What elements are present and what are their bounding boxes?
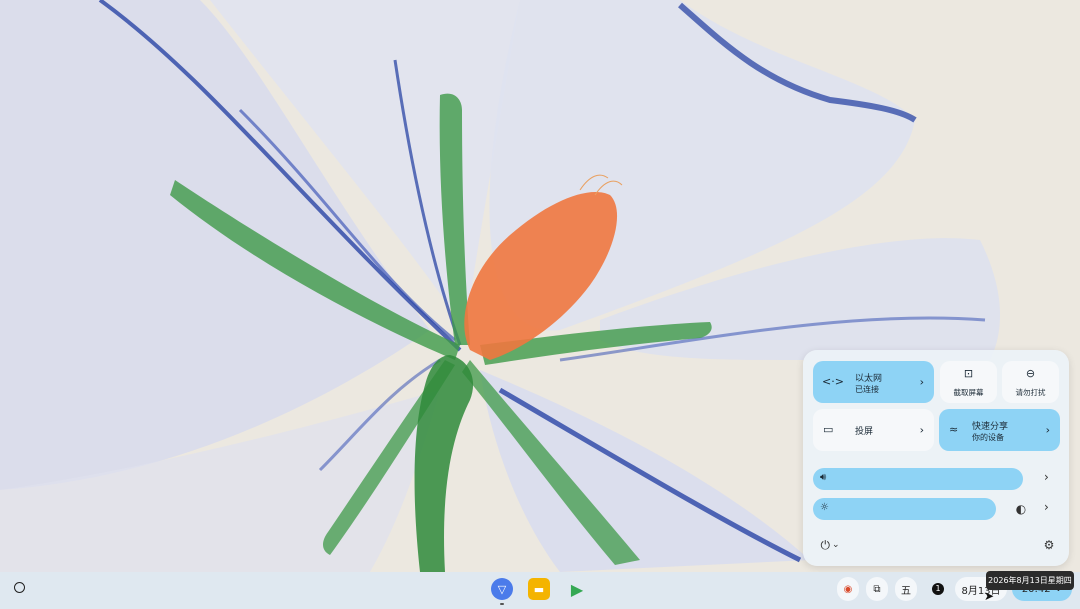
power-menu-button[interactable]: ⏻ ⌄ bbox=[815, 532, 845, 558]
chevron-down-icon: ⌄ bbox=[831, 540, 840, 550]
night-light-button[interactable]: ◐ bbox=[1008, 496, 1034, 522]
screen-record-button[interactable]: ◉ bbox=[837, 577, 859, 601]
app-running-indicator bbox=[500, 603, 504, 605]
cast-label: 投屏 bbox=[855, 427, 874, 437]
nearby-share-title: 快速分享 bbox=[972, 422, 1009, 432]
ime-button[interactable]: 五 bbox=[895, 577, 917, 601]
chevron-right-icon: › bbox=[919, 423, 924, 437]
display-settings-chevron[interactable]: › bbox=[1044, 500, 1049, 514]
play-store-icon[interactable]: ▶ bbox=[566, 578, 588, 600]
files-app-icon[interactable]: ▬ bbox=[528, 578, 550, 600]
do-not-disturb-tile[interactable]: ⊖ 请勿打扰 bbox=[1002, 361, 1059, 403]
play-icon: ▶ bbox=[570, 579, 584, 599]
launcher-button[interactable] bbox=[14, 582, 25, 593]
app-icon-1[interactable]: ▽ bbox=[491, 578, 513, 600]
date-tooltip: 2026年8月13日星期四 bbox=[986, 571, 1074, 590]
screenshot-label: 截取屏幕 bbox=[953, 388, 984, 397]
nearby-share-icon: ≈ bbox=[949, 423, 959, 436]
folder-icon: ▬ bbox=[533, 582, 545, 596]
notification-button[interactable]: 1 bbox=[927, 577, 949, 601]
screen-capture-icon: ⊡ bbox=[963, 367, 974, 380]
ethernet-title: 以太网 bbox=[855, 374, 883, 384]
night-light-off-icon: ◐ bbox=[1015, 502, 1027, 516]
settings-button[interactable]: ⚙ bbox=[1036, 532, 1062, 558]
notification-count: 1 bbox=[932, 583, 944, 595]
quick-settings-panel: <·> 以太网 已连接 › ⊡ 截取屏幕 ⊖ 请勿打扰 ▭ 投屏 › ≈ 快速分… bbox=[803, 350, 1069, 566]
clipboard-icon: ⧉ bbox=[873, 583, 881, 595]
ime-label: 五 bbox=[901, 585, 911, 597]
triangle-icon: ▽ bbox=[497, 582, 507, 596]
volume-slider[interactable]: 🔊︎ bbox=[813, 468, 1023, 490]
clipboard-button[interactable]: ⧉ bbox=[866, 577, 888, 601]
do-not-disturb-icon: ⊖ bbox=[1025, 367, 1036, 380]
gear-icon: ⚙ bbox=[1043, 538, 1055, 552]
ethernet-icon: <·> bbox=[822, 375, 844, 388]
record-icon: ◉ bbox=[843, 583, 853, 595]
cast-tile[interactable]: ▭ 投屏 › bbox=[813, 409, 934, 451]
shelf: ▽ ▬ ▶ ◉ ⧉ 五 1 8月13日 20:42 ⌄ bbox=[0, 572, 1080, 609]
dnd-label: 请勿打扰 bbox=[1015, 388, 1046, 397]
ethernet-status: 已连接 bbox=[855, 385, 879, 394]
nearby-share-tile[interactable]: ≈ 快速分享 你的设备 › bbox=[939, 409, 1060, 451]
chevron-right-icon: › bbox=[919, 375, 924, 389]
mouse-cursor-icon: ➤ bbox=[984, 589, 995, 603]
power-icon: ⏻ bbox=[820, 537, 830, 552]
ethernet-tile[interactable]: <·> 以太网 已连接 › bbox=[813, 361, 934, 403]
nearby-share-status: 你的设备 bbox=[972, 433, 1004, 442]
brightness-icon: ☼ bbox=[820, 502, 829, 513]
screenshot-tile[interactable]: ⊡ 截取屏幕 bbox=[940, 361, 997, 403]
audio-settings-chevron[interactable]: › bbox=[1044, 470, 1049, 484]
volume-icon: 🔊︎ bbox=[820, 472, 827, 483]
cast-icon: ▭ bbox=[823, 423, 834, 436]
brightness-slider[interactable]: ☼ bbox=[813, 498, 996, 520]
chevron-right-icon: › bbox=[1045, 423, 1050, 437]
